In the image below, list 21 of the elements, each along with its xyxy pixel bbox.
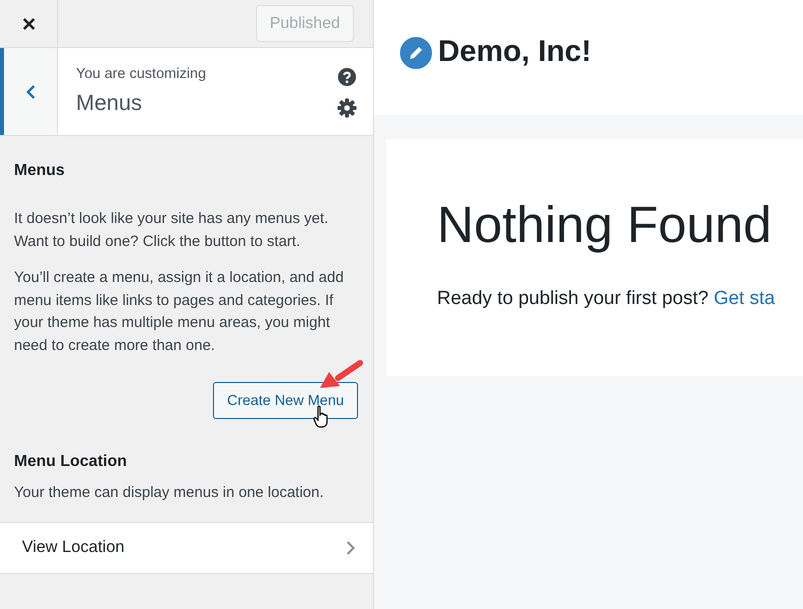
arrow-drawing [318,359,364,389]
menus-help-text: You’ll create a menu, assign it a location, and add menu items like links to pages and categories. If your theme has multiple menu areas, you might need to create more than one. [14,268,345,356]
menus-intro-text: It doesn’t look like your site has any menus yet. Want to build one? Click the button to start. [14,209,330,252]
menus-heading: Menus [14,162,66,180]
section-title: Menus [76,90,144,116]
publish-prompt-text: Ready to publish your first post? [437,288,708,309]
close-icon [22,16,36,30]
view-location-item[interactable]: View Location [0,522,373,574]
help-icon[interactable] [338,68,356,86]
chevron-right-icon [346,540,355,556]
back-button[interactable] [0,48,58,135]
create-new-menu-button[interactable]: Create New Menu [213,382,358,419]
page-heading: Nothing Found [437,195,773,254]
get-started-link[interactable]: Get sta [714,288,775,309]
menu-location-description: Your theme can display menus in one location. [14,483,325,503]
chevron-left-icon [26,84,36,100]
pencil-edit-icon[interactable] [398,35,434,71]
site-title: Demo, Inc! [438,35,592,69]
gear-icon[interactable] [337,98,357,118]
customizing-label: You are customizing [76,66,208,82]
menu-location-heading: Menu Location [14,453,128,471]
